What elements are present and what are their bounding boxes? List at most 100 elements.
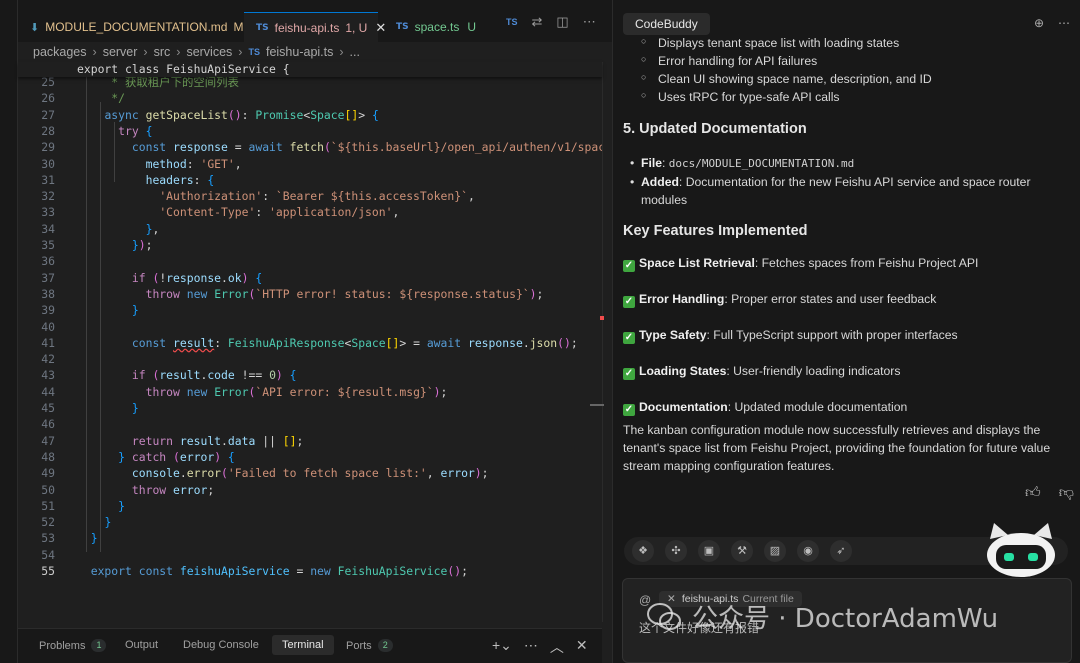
- code-line[interactable]: 48 } catch (error) {: [18, 449, 602, 465]
- line-number[interactable]: 36: [18, 253, 55, 269]
- preview-icon[interactable]: ◉: [797, 540, 819, 562]
- line-number[interactable]: 55: [18, 563, 55, 579]
- breadcrumb-item[interactable]: services: [186, 45, 232, 59]
- code-line[interactable]: 35 });: [18, 237, 602, 253]
- line-number[interactable]: 43: [18, 367, 55, 383]
- code-line[interactable]: 53 }: [18, 530, 602, 546]
- tab-codebuddy[interactable]: CodeBuddy: [623, 13, 710, 35]
- line-number[interactable]: 33: [18, 204, 55, 220]
- code-line[interactable]: 29 const response = await fetch(`${this.…: [18, 139, 602, 155]
- line-number[interactable]: 30: [18, 156, 55, 172]
- line-number[interactable]: 31: [18, 172, 55, 188]
- scrollbar-thumb[interactable]: [590, 404, 604, 406]
- code-line[interactable]: 36: [18, 253, 602, 269]
- line-number[interactable]: 54: [18, 547, 55, 563]
- code-line[interactable]: 52 }: [18, 514, 602, 530]
- breadcrumb-item[interactable]: packages: [33, 45, 87, 59]
- line-number[interactable]: 39: [18, 302, 55, 318]
- code-line[interactable]: 46: [18, 416, 602, 432]
- sticky-scroll-header[interactable]: export class FeishuApiService {: [18, 62, 602, 77]
- line-number[interactable]: 53: [18, 530, 55, 546]
- tab-space[interactable]: TS space.ts U: [396, 12, 476, 42]
- breadcrumb-item[interactable]: ...: [350, 45, 360, 59]
- tab-ports[interactable]: Ports 2: [346, 639, 393, 652]
- new-chat-icon[interactable]: ⊕: [1034, 16, 1044, 30]
- code-line[interactable]: 47 return result.data || [];: [18, 433, 602, 449]
- tab-feishu-api[interactable]: TS feishu-api.ts 1, U ✕: [244, 12, 386, 42]
- image-icon[interactable]: ▨: [764, 540, 786, 562]
- more-actions-icon[interactable]: ⋯: [583, 14, 596, 30]
- code-line[interactable]: 54: [18, 547, 602, 563]
- chevron-up-icon[interactable]: ︿: [550, 637, 564, 657]
- code-line[interactable]: 51 }: [18, 498, 602, 514]
- code-line[interactable]: 37 if (!response.ok) {: [18, 270, 602, 286]
- code-line[interactable]: 45 }: [18, 400, 602, 416]
- apps-icon[interactable]: ▣: [698, 540, 720, 562]
- code-line[interactable]: 26 */: [18, 90, 602, 106]
- line-number[interactable]: 28: [18, 123, 55, 139]
- code-line[interactable]: 28 try {: [18, 123, 602, 139]
- breadcrumb-item[interactable]: feishu-api.ts: [266, 45, 333, 59]
- code-line[interactable]: 31 headers: {: [18, 172, 602, 188]
- figma-icon[interactable]: ❖: [632, 540, 654, 562]
- add-terminal-icon[interactable]: +⌄: [492, 637, 512, 657]
- close-icon[interactable]: ✕: [576, 637, 588, 657]
- line-number[interactable]: 27: [18, 107, 55, 123]
- code-line[interactable]: 44 throw new Error(`API error: ${result.…: [18, 384, 602, 400]
- code-line[interactable]: 55 export const feishuApiService = new F…: [18, 563, 602, 579]
- line-number[interactable]: 34: [18, 221, 55, 237]
- code-line[interactable]: 50 throw error;: [18, 482, 602, 498]
- line-number[interactable]: 52: [18, 514, 55, 530]
- line-number[interactable]: 47: [18, 433, 55, 449]
- code-line[interactable]: 34 },: [18, 221, 602, 237]
- line-number[interactable]: 37: [18, 270, 55, 286]
- line-number[interactable]: 38: [18, 286, 55, 302]
- code-line[interactable]: 30 method: 'GET',: [18, 156, 602, 172]
- code-line[interactable]: 33 'Content-Type': 'application/json',: [18, 204, 602, 220]
- tools-icon[interactable]: ⚒: [731, 540, 753, 562]
- code-line[interactable]: 27 async getSpaceList(): Promise<Space[]…: [18, 107, 602, 123]
- line-number[interactable]: 44: [18, 384, 55, 400]
- code-line[interactable]: 39 }: [18, 302, 602, 318]
- split-editor-icon[interactable]: ◫: [556, 14, 568, 30]
- breadcrumb-item[interactable]: server: [103, 45, 138, 59]
- tab-terminal[interactable]: Terminal: [272, 635, 334, 655]
- line-number[interactable]: 42: [18, 351, 55, 367]
- typescript-icon[interactable]: TS: [506, 17, 518, 27]
- tab-problems[interactable]: Problems 1: [39, 639, 107, 652]
- tab-module-documentation[interactable]: ⬇ MODULE_DOCUMENTATION.md M: [30, 12, 243, 42]
- code-line[interactable]: 42: [18, 351, 602, 367]
- code-line[interactable]: 41 const result: FeishuApiResponse<Space…: [18, 335, 602, 351]
- scrollbar-track[interactable]: [602, 62, 603, 622]
- line-number[interactable]: 32: [18, 188, 55, 204]
- line-number[interactable]: 45: [18, 400, 55, 416]
- thumbs-down-icon[interactable]: 👎︎: [1059, 484, 1074, 502]
- line-number[interactable]: 46: [18, 416, 55, 432]
- integrations-icon[interactable]: ✣: [665, 540, 687, 562]
- breadcrumb-item[interactable]: src: [154, 45, 171, 59]
- more-actions-icon[interactable]: ⋯: [524, 637, 538, 657]
- line-number[interactable]: 35: [18, 237, 55, 253]
- thumbs-up-icon[interactable]: 👍︎: [1025, 484, 1041, 502]
- close-icon[interactable]: ✕: [375, 20, 386, 36]
- tab-output[interactable]: Output: [125, 639, 158, 651]
- line-number[interactable]: 26: [18, 90, 55, 106]
- line-number[interactable]: 41: [18, 335, 55, 351]
- tab-debug-console[interactable]: Debug Console: [183, 639, 259, 651]
- line-number[interactable]: 49: [18, 465, 55, 481]
- code-line[interactable]: 32 'Authorization': `Bearer ${this.acces…: [18, 188, 602, 204]
- code-line[interactable]: 40: [18, 319, 602, 335]
- code-line[interactable]: 38 throw new Error(`HTTP error! status: …: [18, 286, 602, 302]
- more-actions-icon[interactable]: ⋯: [1058, 16, 1070, 30]
- line-number[interactable]: 29: [18, 139, 55, 155]
- code-line[interactable]: 43 if (result.code !== 0) {: [18, 367, 602, 383]
- line-number[interactable]: 48: [18, 449, 55, 465]
- line-number[interactable]: 51: [18, 498, 55, 514]
- line-number[interactable]: 40: [18, 319, 55, 335]
- rocket-icon[interactable]: ➶: [830, 540, 852, 562]
- compare-changes-icon[interactable]: ⇄: [532, 14, 543, 30]
- code-line[interactable]: 49 console.error('Failed to fetch space …: [18, 465, 602, 481]
- code-area[interactable]: 25 * 获取租户下的空间列表 26 */27 async getSpaceLis…: [18, 72, 602, 620]
- line-number[interactable]: 50: [18, 482, 55, 498]
- code-text: }: [104, 515, 112, 530]
